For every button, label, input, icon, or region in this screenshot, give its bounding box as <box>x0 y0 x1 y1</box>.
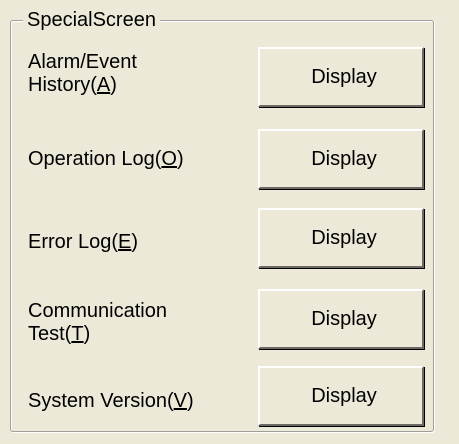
communication-test-display-button[interactable]: Display <box>258 289 424 349</box>
system-version-display-button[interactable]: Display <box>258 366 424 426</box>
communication-test-label-line2: Test(T) <box>28 323 91 345</box>
system-version-label: System Version(V) <box>28 390 194 412</box>
error-log-display-button[interactable]: Display <box>258 208 424 268</box>
operation-log-label: Operation Log(O) <box>28 148 184 170</box>
error-log-label: Error Log(E) <box>28 231 139 253</box>
access-key-a: A <box>96 74 111 96</box>
alarm-event-history-label: Alarm/Event History(A) <box>28 51 137 97</box>
access-key-o: O <box>161 148 177 170</box>
operation-log-display-button[interactable]: Display <box>258 129 424 189</box>
access-key-t: T <box>71 323 84 345</box>
access-key-v: V <box>173 390 187 412</box>
groupbox-title: SpecialScreen <box>23 8 160 32</box>
communication-test-label: Communication Test(T) <box>28 300 167 346</box>
alarm-event-history-display-button[interactable]: Display <box>258 47 424 107</box>
communication-test-label-line1: Communication <box>28 300 167 322</box>
access-key-e: E <box>118 231 132 253</box>
alarm-event-history-label-line1: Alarm/Event <box>28 51 137 73</box>
alarm-event-history-label-line2: History(A) <box>28 74 117 96</box>
